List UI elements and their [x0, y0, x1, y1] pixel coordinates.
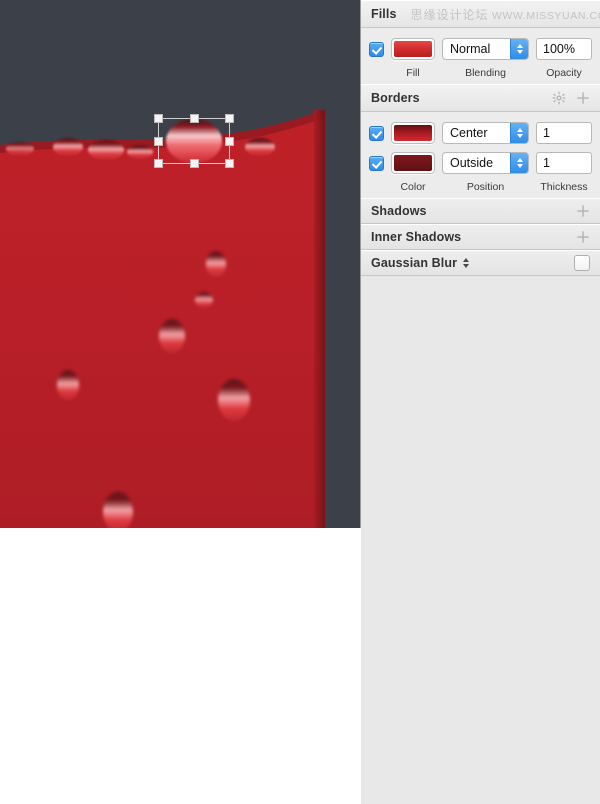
inner-shadows-title: Inner Shadows	[371, 230, 462, 244]
border-1-swatch-color	[394, 125, 432, 141]
shadows-section-header[interactable]: Shadows	[361, 198, 600, 224]
fill-opacity-label: Opacity	[546, 67, 582, 79]
border-1-position-value: Center	[450, 126, 488, 140]
fill-color-label: Fill	[406, 67, 420, 79]
fill-blending-value: Normal	[450, 42, 491, 56]
fill-row[interactable]: Normal 100%	[361, 34, 600, 64]
border-2-swatch-color	[394, 155, 432, 171]
border-1-thickness-input[interactable]: 1	[536, 122, 592, 144]
border-2-enabled-checkbox[interactable]	[369, 155, 384, 171]
app-root: Fills 思缘设计论坛 WWW.MISSYUAN.COM Normal 100…	[0, 0, 600, 804]
border-2-position-select[interactable]: Outside	[442, 152, 529, 174]
borders-labels: Color Position Thickness	[361, 178, 600, 196]
fill-blending-select[interactable]: Normal	[442, 38, 529, 60]
fill-swatch-color	[394, 41, 432, 57]
border-1-color-swatch[interactable]	[391, 122, 435, 144]
fill-blending-label: Blending	[465, 67, 506, 79]
borders-rows: Center 1 Outside 1 Color Position Thickn…	[361, 112, 600, 198]
inner-shadows-section-header[interactable]: Inner Shadows	[361, 224, 600, 250]
inner-shadows-header-actions	[576, 230, 590, 244]
border-position-label: Position	[466, 181, 505, 193]
border-2-position-value: Outside	[450, 156, 494, 170]
border-2-color-swatch[interactable]	[391, 152, 435, 174]
design-canvas[interactable]	[0, 0, 360, 528]
borders-header-actions	[552, 91, 590, 105]
border-1-position-select[interactable]: Center	[442, 122, 529, 144]
shadows-title: Shadows	[371, 204, 427, 218]
borders-section-header[interactable]: Borders	[361, 84, 600, 112]
blur-enabled-checkbox[interactable]	[574, 255, 590, 271]
chevron-updown-icon[interactable]	[510, 123, 528, 143]
blur-title: Gaussian Blur	[371, 256, 458, 270]
border-1-enabled-checkbox[interactable]	[369, 125, 384, 141]
fills-section-header[interactable]: Fills 思缘设计论坛 WWW.MISSYUAN.COM	[361, 0, 600, 28]
fills-labels: Fill Blending Opacity	[361, 64, 600, 82]
inspector-empty-area	[361, 276, 600, 804]
fills-rows: Normal 100% Fill Blending Opacity	[361, 28, 600, 84]
fills-title: Fills	[371, 7, 397, 21]
plus-icon[interactable]	[576, 230, 590, 244]
border-row-1[interactable]: Center 1	[361, 118, 600, 148]
border-2-thickness-input[interactable]: 1	[536, 152, 592, 174]
canvas-artwork	[0, 0, 360, 528]
shadows-header-actions	[576, 204, 590, 218]
inspector-panel: Fills 思缘设计论坛 WWW.MISSYUAN.COM Normal 100…	[360, 0, 600, 804]
plus-icon[interactable]	[576, 91, 590, 105]
chevron-updown-icon[interactable]	[510, 39, 528, 59]
fill-color-swatch[interactable]	[391, 38, 435, 60]
borders-title: Borders	[371, 91, 420, 105]
border-thickness-label: Thickness	[540, 181, 588, 193]
fill-enabled-checkbox[interactable]	[369, 41, 384, 57]
border-row-2[interactable]: Outside 1	[361, 148, 600, 178]
blur-section-header[interactable]: Gaussian Blur	[361, 250, 600, 276]
chevron-updown-icon[interactable]	[463, 258, 470, 268]
fill-opacity-input[interactable]: 100%	[536, 38, 592, 60]
gear-icon[interactable]	[552, 91, 566, 105]
watermark-en: WWW.MISSYUAN.COM	[491, 9, 600, 22]
watermark-cn: 思缘设计论坛	[410, 7, 489, 22]
border-color-label: Color	[400, 181, 426, 193]
chevron-updown-icon[interactable]	[510, 153, 528, 173]
plus-icon[interactable]	[576, 204, 590, 218]
site-watermark: 思缘设计论坛 WWW.MISSYUAN.COM	[411, 6, 600, 23]
